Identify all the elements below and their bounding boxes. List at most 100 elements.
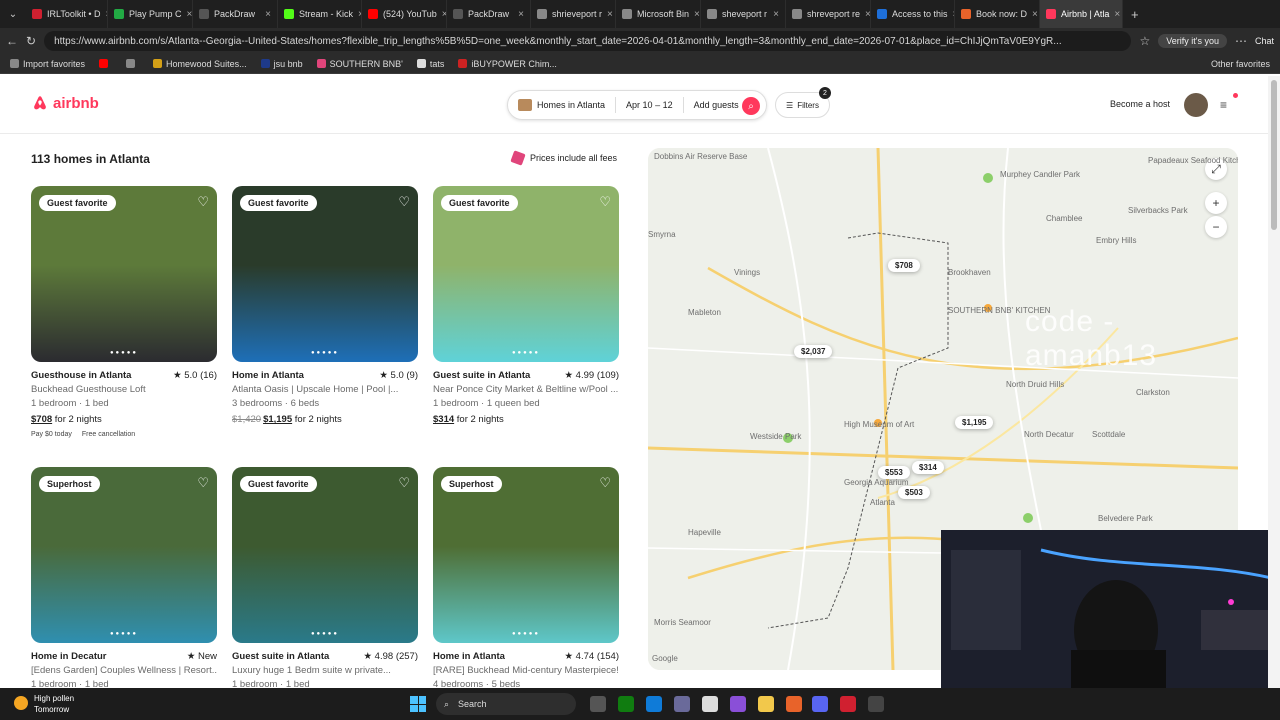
favorite-star-icon[interactable]: ☆ — [1139, 34, 1150, 48]
tab-actions-icon[interactable]: ⌄ — [0, 9, 26, 20]
close-tab-icon[interactable]: × — [607, 9, 613, 20]
task-view-icon[interactable] — [590, 696, 606, 712]
browser-tab[interactable]: Stream - Kick× — [278, 0, 362, 28]
filters-count-badge: 2 — [819, 87, 831, 99]
edge-icon[interactable] — [646, 696, 662, 712]
listing-subtitle: Luxury huge 1 Bedm suite w private... — [232, 665, 391, 676]
listing-card[interactable]: Guest favorite ♡ ●●●●● Guest suite in Atlan… — [232, 467, 418, 690]
address-bar[interactable]: https://www.airbnb.com/s/Atlanta--Georgi… — [44, 31, 1132, 51]
heart-icon[interactable]: ♡ — [197, 475, 209, 491]
prices-include-fees-toggle[interactable]: Prices include all fees — [510, 150, 617, 166]
browser-tab[interactable]: shrieveport r × — [531, 0, 616, 28]
close-tab-icon[interactable]: × — [187, 9, 192, 20]
file-icon[interactable] — [702, 696, 718, 712]
heart-icon[interactable]: ♡ — [599, 194, 611, 210]
bookmark-item[interactable] — [99, 59, 112, 68]
search-button[interactable]: ⌕ — [742, 97, 760, 115]
zoom-out-button[interactable]: − — [1205, 216, 1227, 238]
browser-tab[interactable]: (524) YouTub × — [362, 0, 447, 28]
listing-rating: ★ 4.98 (257) — [363, 651, 418, 662]
app-icon[interactable] — [840, 696, 856, 712]
more-menu-icon[interactable]: ⋯ — [1235, 34, 1247, 48]
heart-icon[interactable]: ♡ — [398, 194, 410, 210]
airbnb-logo[interactable]: airbnb — [31, 94, 99, 112]
weather-widget[interactable]: High pollen Tomorrow — [14, 693, 74, 715]
tab-favicon — [707, 9, 717, 19]
bookmark-item[interactable]: jsu bnb — [260, 59, 303, 69]
close-tab-icon[interactable]: × — [265, 9, 271, 20]
zoom-in-button[interactable]: + — [1205, 192, 1227, 214]
windows-start-icon[interactable] — [410, 696, 426, 712]
office-icon[interactable] — [786, 696, 802, 712]
close-tab-icon[interactable]: × — [1032, 9, 1038, 20]
tab-label: shrieveport r — [552, 9, 603, 19]
copilot-icon[interactable] — [730, 696, 746, 712]
become-host-link[interactable]: Become a host — [1110, 99, 1170, 109]
webcam-overlay — [941, 530, 1280, 690]
close-tab-icon[interactable]: × — [773, 9, 779, 20]
browser-tab[interactable]: sheveport r × — [701, 0, 786, 28]
listing-price: $708 for 2 nights — [31, 414, 217, 425]
map-price-pin[interactable]: $503 — [898, 486, 930, 499]
listing-card[interactable]: Superhost ♡ ●●●●● Home in Decatur ★ New [Eden… — [31, 467, 217, 690]
listing-card[interactable]: Superhost ♡ ●●●●● Home in Atlanta ★ 4.74 (15… — [433, 467, 619, 690]
heart-icon[interactable]: ♡ — [398, 475, 410, 491]
scrollbar-thumb[interactable] — [1271, 80, 1277, 230]
browser-tab[interactable]: Play Pump C × — [108, 0, 193, 28]
reload-icon[interactable]: ↻ — [26, 34, 36, 48]
search-location[interactable]: Homes in Atlanta — [508, 99, 615, 111]
avatar[interactable] — [1184, 93, 1208, 117]
listing-photo[interactable]: Guest favorite ♡ ●●●●● — [31, 186, 217, 362]
listing-card[interactable]: Guest favorite ♡ ●●●●● Guesthouse in Atlant… — [31, 186, 217, 438]
browser-tab[interactable]: PackDraw × — [447, 0, 531, 28]
close-tab-icon[interactable]: × — [865, 9, 870, 20]
bookmark-item[interactable] — [126, 59, 139, 68]
new-tab-icon[interactable]: + — [1131, 7, 1139, 22]
browser-tab[interactable]: Book now: D × — [955, 0, 1040, 28]
browser-tab[interactable]: Access to this× — [871, 0, 955, 28]
listing-card[interactable]: Guest favorite ♡ ●●●●● Guest suite in Atlan… — [433, 186, 619, 425]
listing-details: 3 bedrooms · 6 beds — [232, 398, 320, 409]
heart-icon[interactable]: ♡ — [197, 194, 209, 210]
browser-tab[interactable]: IRLToolkit • D× — [26, 0, 108, 28]
xbox-icon[interactable] — [618, 696, 634, 712]
close-tab-icon[interactable]: × — [518, 9, 524, 20]
menu-icon[interactable]: ≡ — [1220, 98, 1227, 112]
bookmark-item[interactable]: Homewood Suites... — [153, 59, 247, 69]
close-tab-icon[interactable]: × — [1114, 9, 1120, 20]
filters-button[interactable]: ☰ Filters 2 — [775, 87, 831, 118]
heart-icon[interactable]: ♡ — [599, 475, 611, 491]
browser-tab[interactable]: Microsoft Bin × — [616, 0, 701, 28]
browser-tab[interactable]: PackDraw × — [193, 0, 278, 28]
file-explorer-icon[interactable] — [758, 696, 774, 712]
bookmark-item[interactable]: SOUTHERN BNB' — [316, 59, 403, 69]
back-icon[interactable]: ← — [6, 34, 18, 48]
map-place-label: Clarkston — [1136, 388, 1170, 397]
listing-photo[interactable]: Superhost ♡ ●●●●● — [433, 467, 619, 643]
discord-icon[interactable] — [812, 696, 828, 712]
verify-identity-button[interactable]: Verify it's you — [1158, 34, 1227, 48]
settings-icon[interactable] — [868, 696, 884, 712]
map-price-pin[interactable]: $2,037 — [794, 345, 833, 358]
close-tab-icon[interactable]: × — [694, 9, 700, 20]
search-bar[interactable]: Homes in Atlanta Apr 10 – 12 Add guests … — [507, 90, 767, 120]
taskbar-search[interactable]: ⌕ Search — [436, 693, 576, 715]
listing-photo[interactable]: Guest favorite ♡ ●●●●● — [433, 186, 619, 362]
search-guests[interactable]: Add guests — [684, 100, 749, 110]
browser-tab[interactable]: shreveport re × — [786, 0, 871, 28]
search-dates[interactable]: Apr 10 – 12 — [616, 100, 683, 110]
listing-photo[interactable]: Superhost ♡ ●●●●● — [31, 467, 217, 643]
other-favorites[interactable]: Other favorites — [1211, 59, 1270, 69]
bookmark-item[interactable]: iBUYPOWER Chim... — [458, 59, 557, 69]
listing-photo[interactable]: Guest favorite ♡ ●●●●● — [232, 467, 418, 643]
copilot-chat-button[interactable]: Chat — [1255, 36, 1274, 46]
listing-card[interactable]: Guest favorite ♡ ●●●●● Home in Atlanta ★ 5.0… — [232, 186, 418, 425]
map-price-pin[interactable]: $1,195 — [955, 416, 994, 429]
browser-tab[interactable]: Airbnb | Atla × — [1040, 0, 1123, 28]
map-price-pin[interactable]: $314 — [912, 461, 944, 474]
listing-photo[interactable]: Guest favorite ♡ ●●●●● — [232, 186, 418, 362]
map-price-pin[interactable]: $708 — [888, 259, 920, 272]
bookmark-item[interactable]: tats — [416, 59, 444, 69]
bookmark-item[interactable]: Import favorites — [10, 59, 85, 69]
app-icon[interactable] — [674, 696, 690, 712]
